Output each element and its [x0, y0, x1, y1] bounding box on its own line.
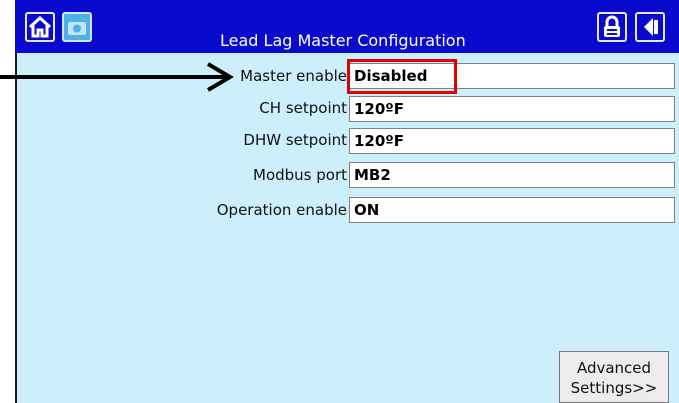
- dhw-setpoint-field[interactable]: 120ºF: [349, 128, 675, 154]
- modbus-port-field[interactable]: MB2: [349, 162, 675, 188]
- camera-button[interactable]: [62, 12, 92, 42]
- operation-enable-label: Operation enable: [216, 201, 347, 219]
- home-icon: [28, 15, 52, 38]
- operation-enable-field[interactable]: ON: [349, 197, 675, 223]
- ch-setpoint-label: CH setpoint: [259, 99, 347, 117]
- highlight-box: [347, 59, 457, 94]
- lock-button[interactable]: [597, 12, 627, 42]
- modbus-port-label: Modbus port: [253, 166, 347, 184]
- camera-icon: [68, 22, 86, 35]
- advanced-settings-button[interactable]: Advanced Settings>>: [559, 351, 669, 403]
- lock-icon: [604, 15, 620, 37]
- arrow-pointer-icon: [0, 62, 234, 92]
- advanced-settings-line1: Advanced: [576, 359, 652, 377]
- home-button[interactable]: [25, 12, 55, 42]
- dhw-setpoint-label: DHW setpoint: [243, 131, 347, 149]
- back-button[interactable]: [635, 12, 665, 42]
- ch-setpoint-field[interactable]: 120ºF: [349, 96, 675, 122]
- back-icon: [644, 18, 658, 36]
- master-enable-label: Master enable: [240, 67, 347, 85]
- advanced-settings-line2: Settings>>: [570, 379, 658, 397]
- page-title: Lead Lag Master Configuration: [220, 31, 466, 50]
